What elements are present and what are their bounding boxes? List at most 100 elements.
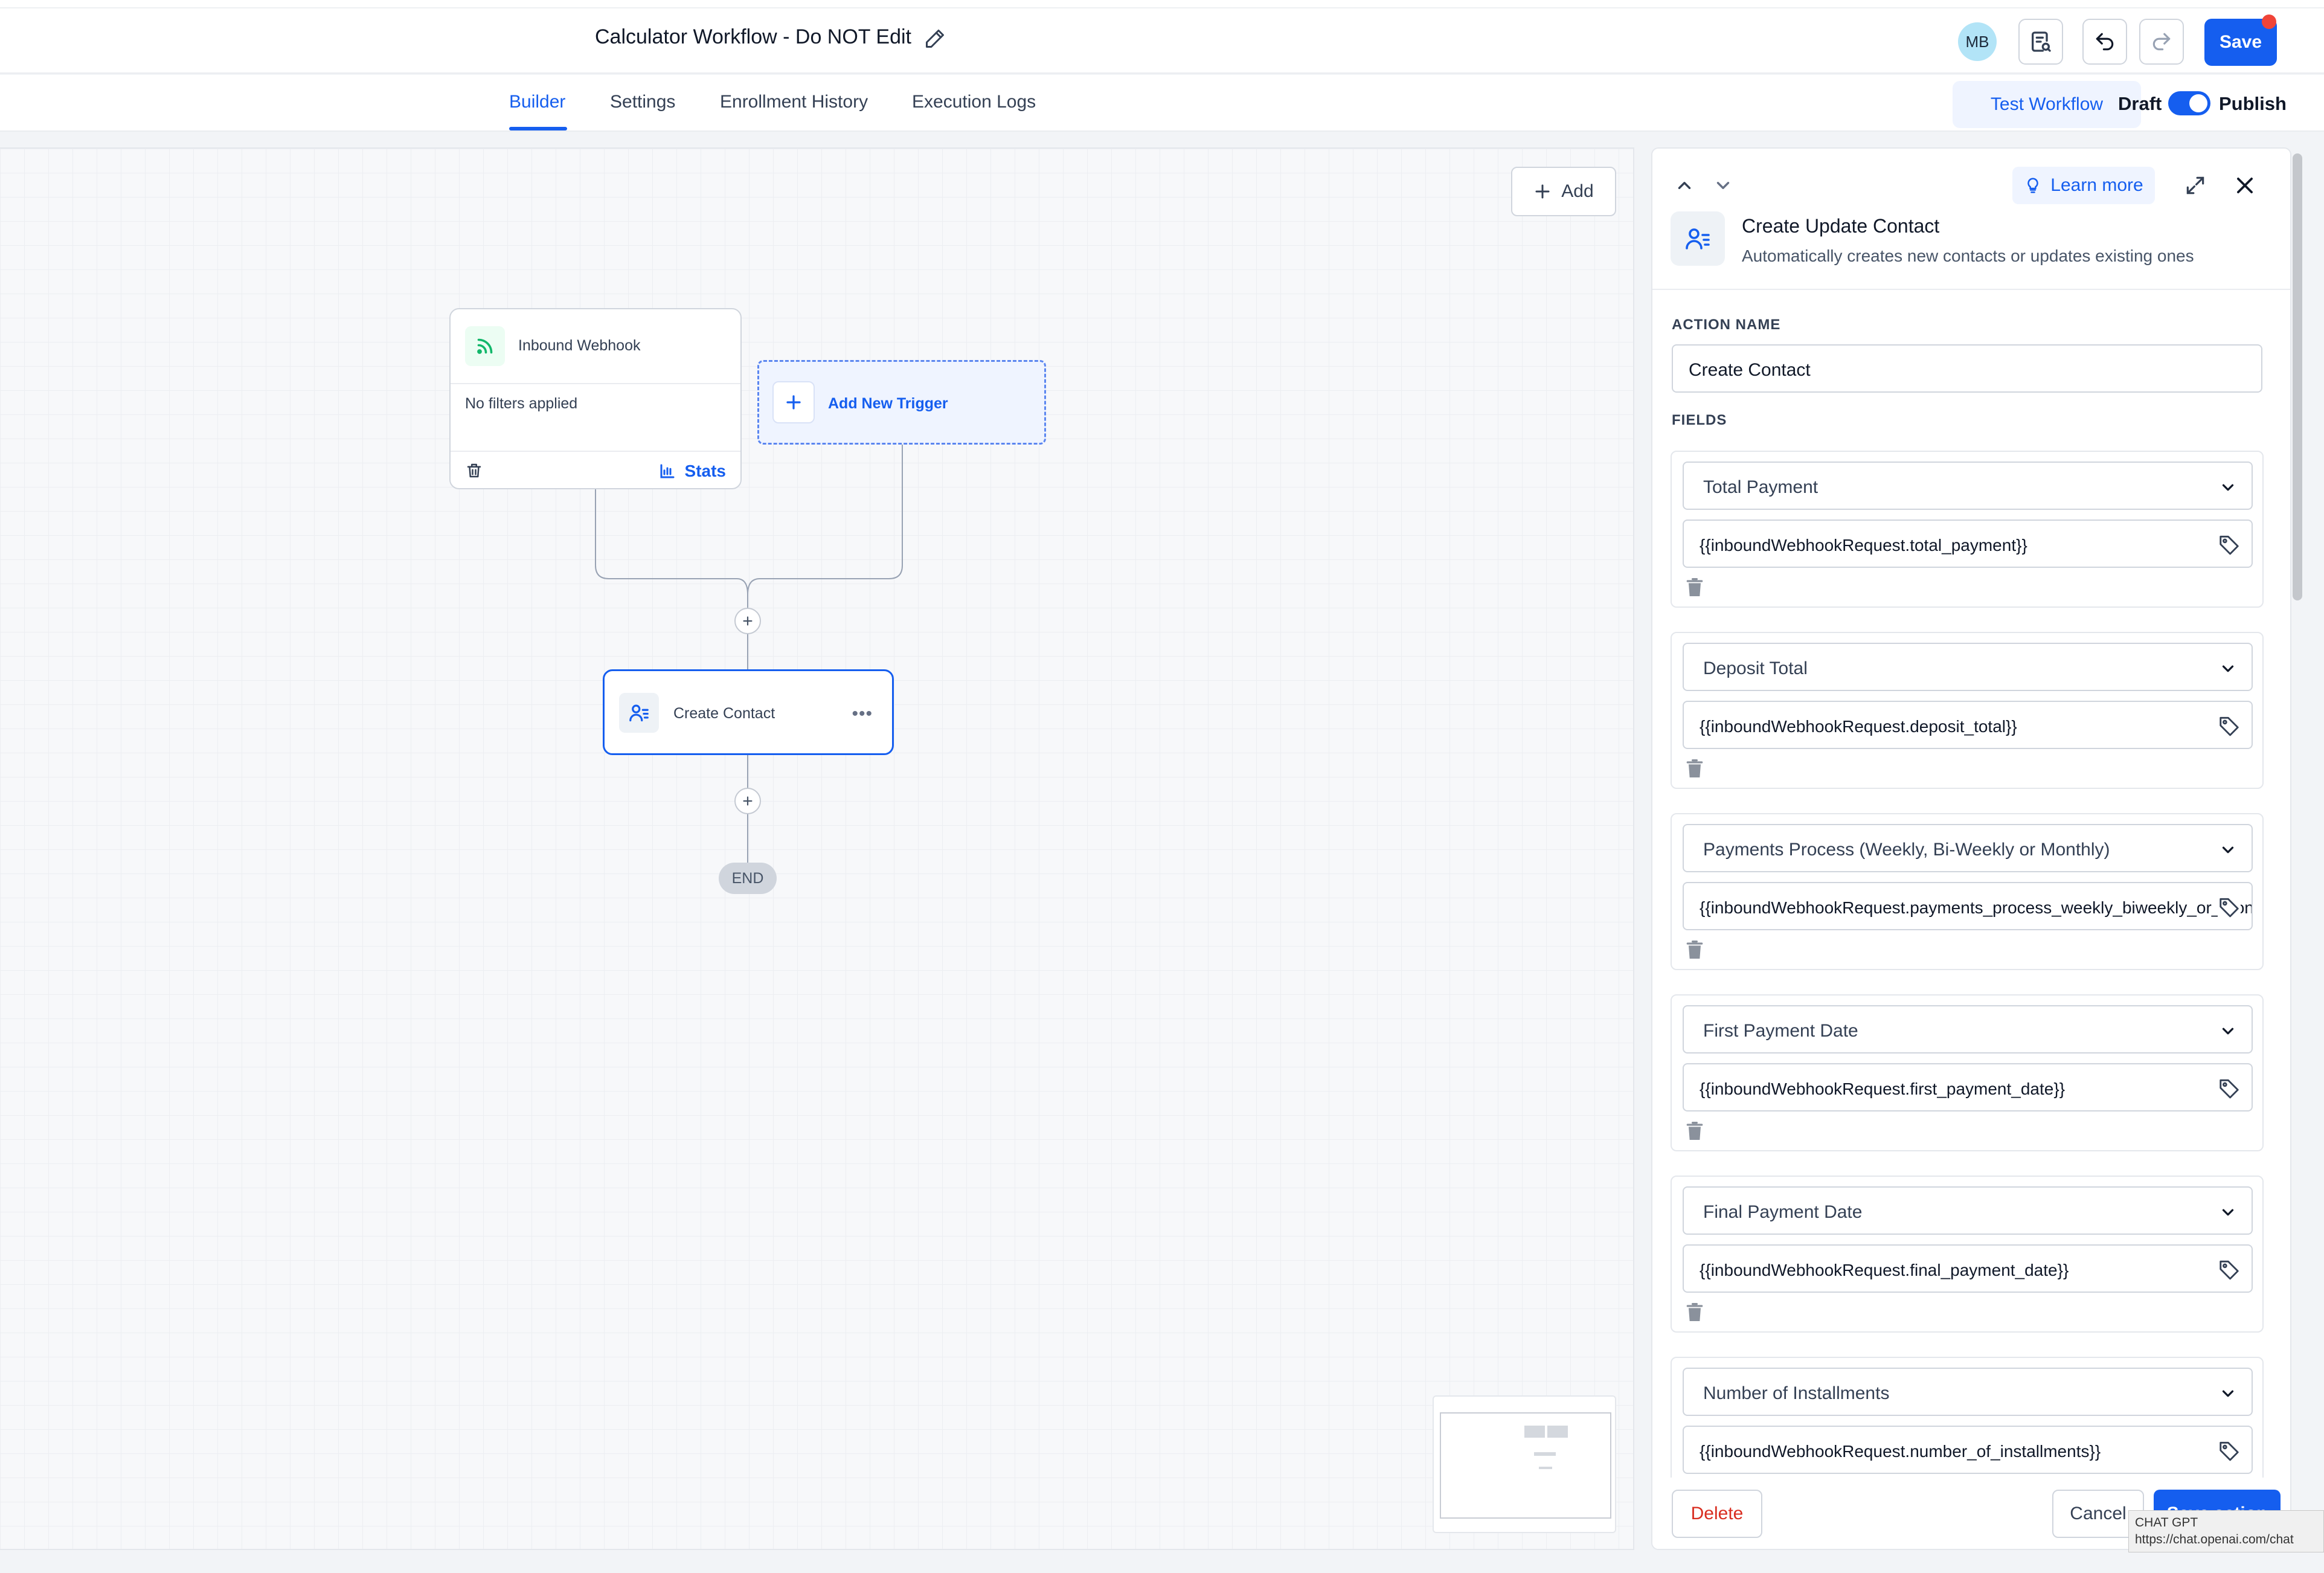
chevron-down-icon: [2219, 841, 2237, 859]
add-node-button[interactable]: Add: [1511, 167, 1616, 216]
notes-button[interactable]: [2018, 19, 2063, 65]
field-select[interactable]: Deposit Total: [1683, 643, 2253, 691]
learn-more-button[interactable]: Learn more: [2012, 167, 2155, 204]
action-card-label: Create Contact: [673, 705, 775, 722]
field-value-input[interactable]: {{inboundWebhookRequest.payments_process…: [1683, 882, 2253, 930]
workflow-canvas[interactable]: Add Inbound Webhook No filters applied S…: [0, 147, 1634, 1550]
delete-action-button[interactable]: Delete: [1672, 1490, 1762, 1538]
trigger-stats-button[interactable]: Stats: [658, 462, 726, 481]
field-select[interactable]: Final Payment Date: [1683, 1186, 2253, 1235]
trigger-card-inbound-webhook[interactable]: Inbound Webhook No filters applied Stats: [449, 308, 742, 489]
field-select-label: Payments Process (Weekly, Bi-Weekly or M…: [1703, 840, 2110, 860]
minimap-node: [1539, 1467, 1552, 1469]
chevron-up-icon[interactable]: [1674, 175, 1695, 196]
lightbulb-icon: [2024, 176, 2042, 195]
close-icon[interactable]: [2233, 174, 2256, 197]
edit-title-icon[interactable]: [924, 28, 946, 50]
redo-button[interactable]: [2139, 19, 2184, 65]
more-options-icon[interactable]: •••: [852, 704, 873, 724]
tab-settings[interactable]: Settings: [610, 92, 675, 112]
end-node: END: [719, 863, 777, 894]
panel-divider: [1652, 289, 2290, 290]
field-value-text: {{inboundWebhookRequest.total_payment}}: [1700, 536, 2027, 555]
undo-icon: [2093, 30, 2116, 53]
tag-icon[interactable]: [2218, 1076, 2241, 1099]
action-card-create-contact[interactable]: Create Contact •••: [603, 669, 894, 755]
field-value-input[interactable]: {{inboundWebhookRequest.first_payment_da…: [1683, 1063, 2253, 1111]
chevron-down-icon: [2219, 1385, 2237, 1403]
field-select-label: Total Payment: [1703, 477, 1818, 497]
trash-icon[interactable]: [1683, 756, 1707, 780]
insert-step-button[interactable]: [734, 608, 761, 634]
trigger-card-footer: Stats: [451, 451, 740, 488]
expand-icon[interactable]: [2184, 174, 2207, 197]
tab-execution-logs[interactable]: Execution Logs: [912, 92, 1036, 112]
unsaved-indicator: [2262, 14, 2276, 29]
trash-icon[interactable]: [1683, 1300, 1707, 1324]
tag-icon[interactable]: [2218, 895, 2241, 918]
field-select[interactable]: Number of Installments: [1683, 1368, 2253, 1416]
bottom-strip: [0, 1555, 2324, 1573]
field-value-text: {{inboundWebhookRequest.number_of_instal…: [1700, 1442, 2101, 1461]
tab-builder[interactable]: Builder: [509, 92, 565, 112]
toggle-knob: [2189, 94, 2207, 112]
chevron-down-icon: [2219, 478, 2237, 497]
tag-icon[interactable]: [2218, 714, 2241, 737]
workflow-title[interactable]: Calculator Workflow - Do NOT Edit: [595, 25, 911, 49]
header-divider: [0, 7, 2324, 8]
add-trigger-plus-icon: [772, 381, 815, 423]
link-tooltip: CHAT GPT https://chat.openai.com/chat: [2128, 1510, 2324, 1552]
field-value-input[interactable]: {{inboundWebhookRequest.deposit_total}}: [1683, 701, 2253, 749]
field-mapping-card: Payments Process (Weekly, Bi-Weekly or M…: [1671, 813, 2264, 970]
field-value-input[interactable]: {{inboundWebhookRequest.number_of_instal…: [1683, 1426, 2253, 1474]
learn-more-label: Learn more: [2050, 175, 2143, 195]
field-mapping-card: Total Payment {{inboundWebhookRequest.to…: [1671, 451, 2264, 608]
notes-icon: [2029, 30, 2053, 54]
trigger-card-header: Inbound Webhook: [451, 309, 740, 384]
field-value-input[interactable]: {{inboundWebhookRequest.final_payment_da…: [1683, 1244, 2253, 1293]
undo-button[interactable]: [2082, 19, 2127, 65]
action-name-label: ACTION NAME: [1672, 317, 1781, 333]
field-select-label: Final Payment Date: [1703, 1202, 1863, 1222]
minimap-node: [1524, 1426, 1545, 1438]
action-name-input[interactable]: Create Contact: [1672, 344, 2262, 393]
delete-trigger-icon[interactable]: [465, 462, 483, 480]
insert-step-button[interactable]: [734, 788, 761, 814]
bar-chart-icon: [658, 462, 676, 480]
contact-icon: [619, 693, 659, 733]
chevron-down-icon: [2219, 1203, 2237, 1221]
field-value-input[interactable]: {{inboundWebhookRequest.total_payment}}: [1683, 520, 2253, 568]
tag-icon[interactable]: [2218, 533, 2241, 556]
field-select[interactable]: Total Payment: [1683, 462, 2253, 510]
trash-icon[interactable]: [1683, 1119, 1707, 1143]
minimap-viewport: [1440, 1412, 1611, 1519]
field-select-label: First Payment Date: [1703, 1021, 1858, 1041]
panel-scrollbar-thumb[interactable]: [2293, 153, 2302, 600]
trash-icon[interactable]: [1683, 575, 1707, 599]
tab-enrollment-history[interactable]: Enrollment History: [720, 92, 868, 112]
chevron-down-icon: [2219, 1022, 2237, 1040]
fields-label: FIELDS: [1672, 412, 1727, 428]
minimap-node: [1547, 1426, 1568, 1438]
tag-icon[interactable]: [2218, 1439, 2241, 1462]
publish-toggle[interactable]: [2168, 91, 2210, 115]
add-new-trigger-button[interactable]: Add New Trigger: [757, 360, 1046, 445]
test-workflow-button[interactable]: Test Workflow: [1953, 81, 2141, 128]
chevron-down-icon[interactable]: [1713, 175, 1733, 196]
field-select-label: Number of Installments: [1703, 1383, 1890, 1403]
tag-icon[interactable]: [2218, 1258, 2241, 1281]
fields-list[interactable]: Total Payment {{inboundWebhookRequest.to…: [1652, 451, 2281, 1478]
field-select[interactable]: First Payment Date: [1683, 1005, 2253, 1053]
add-trigger-label: Add New Trigger: [828, 395, 948, 412]
action-settings-panel: Learn more Create Update Contact Automat…: [1651, 147, 2291, 1550]
top-header: Calculator Workflow - Do NOT Edit MB Sav…: [0, 0, 2324, 74]
user-avatar[interactable]: MB: [1958, 22, 1997, 61]
tooltip-url: https://chat.openai.com/chat: [2135, 1533, 2294, 1546]
panel-title: Create Update Contact: [1742, 215, 1940, 237]
minimap[interactable]: [1433, 1395, 1616, 1533]
trigger-title: Inbound Webhook: [518, 337, 641, 354]
field-value-text: {{inboundWebhookRequest.final_payment_da…: [1700, 1261, 2069, 1279]
field-select[interactable]: Payments Process (Weekly, Bi-Weekly or M…: [1683, 824, 2253, 872]
trash-icon[interactable]: [1683, 938, 1707, 962]
plus-icon: [743, 616, 753, 626]
